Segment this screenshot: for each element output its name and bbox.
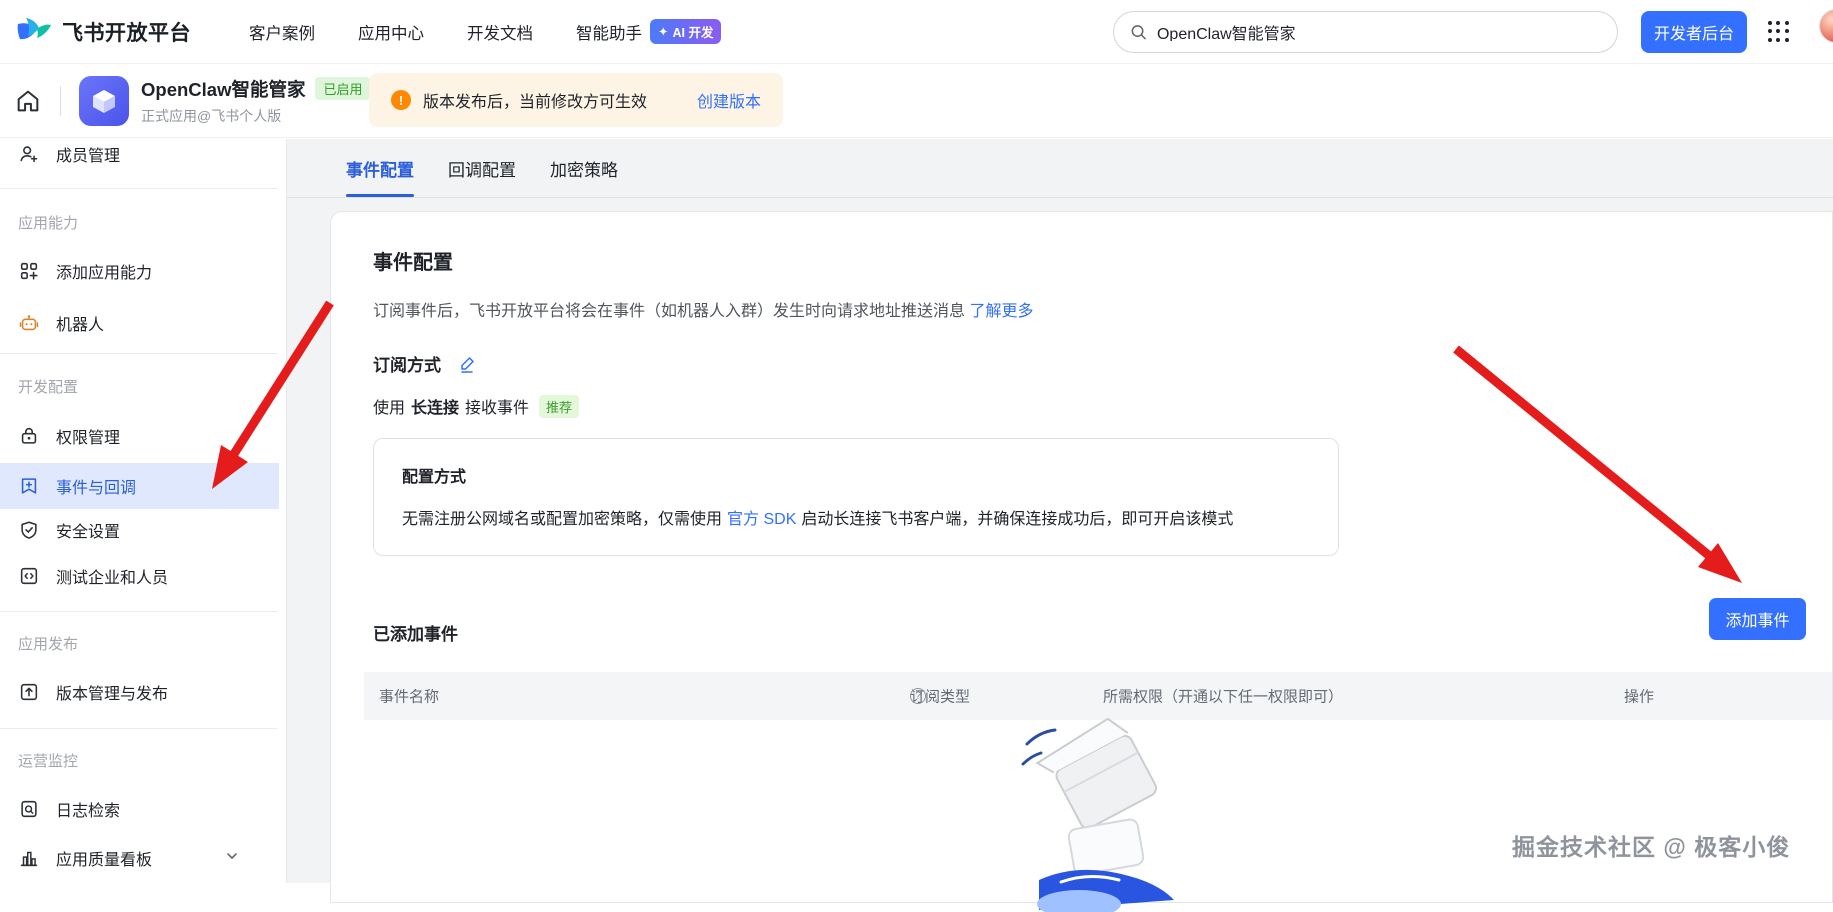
cube-icon [93,89,115,113]
nav-links: 客户案例 应用中心 开发文档 智能助手 ✦ AI 开发 [249,19,722,44]
shield-check-icon [18,519,40,541]
sidebar-item-events-callbacks[interactable]: 事件与回调 [0,463,279,509]
sparkle-icon: ✦ [658,25,669,39]
page-description: 订阅事件后，飞书开放平台将会在事件（如机器人入群）发生时向请求地址推送消息 了解… [373,303,1034,320]
config-method-box: 配置方式 无需注册公网域名或配置加密策略，仅需使用 官方 SDK 启动长连接飞书客户… [373,438,1339,556]
nav-link-ai-assistant[interactable]: 智能助手 [576,20,642,44]
sidebar-item-label: 日志检索 [56,803,121,820]
developer-console-button[interactable]: 开发者后台 [1641,11,1747,53]
feishu-logo-icon [17,17,51,39]
app-icon [79,75,129,126]
search-input[interactable] [1156,23,1601,41]
edit-pencil-icon[interactable] [457,354,477,374]
top-nav: 飞书开放平台 客户案例 应用中心 开发文档 智能助手 ✦AI 开发 开发者后台 [0,0,1833,64]
sidebar-item-label: 成员管理 [56,148,121,165]
ai-dev-badge[interactable]: ✦ AI 开发 [650,19,722,44]
official-sdk-link[interactable]: 官方 SDK [727,511,796,528]
banner-text: 版本发布后，当前修改方可生效 [423,94,648,111]
mode-long-connection: 长连接 [411,400,460,417]
user-avatar[interactable] [1819,9,1833,43]
subscribe-mode-title: 订阅方式 [373,356,441,375]
feishu-logo[interactable]: 飞书开放平台 [16,16,191,48]
sidebar-item-bot[interactable]: 机器人 [0,300,279,346]
sidebar-item-add-capability[interactable]: 添加应用能力 [0,248,279,294]
sidebar-item-label: 事件与回调 [56,480,137,497]
sidebar-item-test-org[interactable]: 测试企业和人员 [0,553,279,599]
search-icon [1131,25,1146,40]
publish-icon [18,681,40,703]
sidebar-divider [0,611,277,612]
main-area: 事件配置 回调配置 加密策略 事件配置 订阅事件后，飞书开放平台将会在事件（如机… [287,139,1833,912]
config-method-title: 配置方式 [402,469,467,486]
log-search-icon [18,798,40,820]
home-icon[interactable] [14,87,42,115]
event-callback-icon [18,475,40,497]
grid-add-icon [18,260,40,282]
col-required-permissions: 所需权限（开通以下任一权限即可） [1103,688,1344,706]
added-events-title: 已添加事件 [373,625,458,644]
learn-more-link[interactable]: 了解更多 [969,303,1033,320]
tab-callback-config[interactable]: 回调配置 [448,139,516,197]
app-name: OpenClaw智能管家 [141,78,306,100]
watermark-text: 掘金技术社区 @ 极客小俊 [1512,834,1791,860]
app-grid-icon[interactable] [1768,21,1790,43]
sidebar-item-label: 权限管理 [56,430,121,447]
sidebar-item-permissions[interactable]: 权限管理 [0,413,279,459]
sidebar-item-log-search[interactable]: 日志检索 [0,786,279,832]
enabled-status-badge: 已启用 [315,77,371,100]
sidebar-item-label: 安全设置 [56,524,121,541]
tab-bar: 事件配置 回调配置 加密策略 [287,139,1833,198]
sidebar-item-security[interactable]: 安全设置 [0,507,279,553]
empty-state-illustration [1021,717,1174,912]
subscribe-mode-line: 使用 长连接 接收事件 推荐 [373,394,1832,418]
sidebar: 成员管理 应用能力 添加应用能力 机器人 开发配置 权限管理 事件与回调 安全设… [0,139,287,883]
sidebar-divider [0,188,277,189]
help-icon[interactable]: ? [910,688,926,704]
event-config-card: 事件配置 订阅事件后，飞书开放平台将会在事件（如机器人入群）发生时向请求地址推送… [330,211,1833,912]
sidebar-section-app-capability: 应用能力 [18,215,79,232]
sidebar-item-version-release[interactable]: 版本管理与发布 [0,669,279,715]
page-title: 事件配置 [373,252,453,274]
sidebar-item-quality-dashboard[interactable]: 应用质量看板 [0,835,279,881]
logo-text: 飞书开放平台 [62,21,191,45]
sidebar-item-members[interactable]: 成员管理 [0,139,279,177]
sidebar-item-label: 应用质量看板 [56,852,153,869]
sidebar-divider [0,728,277,729]
nav-link-cases[interactable]: 客户案例 [249,20,315,44]
nav-link-dev-docs[interactable]: 开发文档 [467,20,533,44]
create-version-link[interactable]: 创建版本 [697,88,761,112]
app-header: OpenClaw智能管家 已启用 正式应用@飞书个人版 ! 版本发布后，当前修改… [0,64,1833,138]
code-icon [18,565,40,587]
robot-icon [18,312,40,334]
add-event-button[interactable]: 添加事件 [1709,598,1806,640]
sidebar-section-app-release: 应用发布 [18,636,79,653]
sidebar-section-ops-monitor: 运营监控 [18,753,79,770]
bar-chart-icon [18,847,40,869]
col-actions: 操作 [1624,688,1655,706]
header-divider [60,85,61,116]
col-event-name: 事件名称 [379,688,440,706]
sidebar-item-label: 测试企业和人员 [56,570,169,587]
warning-icon: ! [391,90,411,110]
app-subtitle: 正式应用@飞书个人版 [141,107,282,124]
sidebar-item-label: 机器人 [56,317,105,334]
lock-icon [18,425,40,447]
tab-encryption-strategy[interactable]: 加密策略 [550,139,618,197]
app-meta: OpenClaw智能管家 已启用 正式应用@飞书个人版 [141,76,371,126]
sidebar-divider [0,353,277,354]
tab-event-config[interactable]: 事件配置 [346,139,414,197]
search-box[interactable] [1113,11,1618,53]
chevron-down-icon[interactable] [225,849,239,868]
sidebar-section-dev-config: 开发配置 [18,379,79,396]
sidebar-item-label: 添加应用能力 [56,265,153,282]
sidebar-item-label: 版本管理与发布 [56,686,169,703]
config-method-text: 无需注册公网域名或配置加密策略，仅需使用 官方 SDK 启动长连接飞书客户端，并确保… [402,511,1234,528]
recommend-badge: 推荐 [539,394,580,418]
version-warning-banner: ! 版本发布后，当前修改方可生效 创建版本 [369,73,784,127]
user-add-icon [18,143,40,165]
nav-link-app-center[interactable]: 应用中心 [358,20,424,44]
